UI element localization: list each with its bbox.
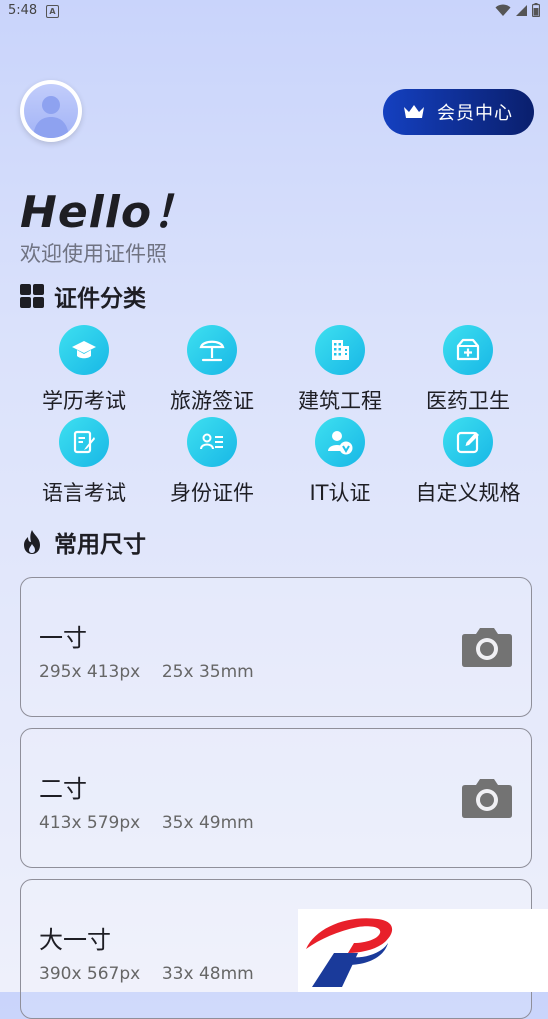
category-item-id-document[interactable]: 身份证件 [148,417,276,507]
wifi-icon [495,4,511,16]
size-pixels: 413x 579px [39,813,141,833]
size-pixels: 390x 567px [39,964,141,984]
status-icons [495,3,540,17]
vip-center-button[interactable]: 会员中心 [383,89,534,135]
category-label: 自定义规格 [415,481,521,505]
user-avatar-icon [24,84,78,138]
size-mm: 33x 48mm [161,964,254,984]
size-name: 一寸 [39,624,87,652]
category-label: IT认证 [309,481,371,505]
status-time: 5:48 [8,3,38,18]
fire-icon [24,530,40,554]
sizes-title: 常用尺寸 [54,532,146,558]
sizes-section-title: 常用尺寸 [20,525,146,559]
hello-heading: Hello！ [20,187,198,238]
category-item-education[interactable]: 学历考试 [20,325,148,415]
category-label: 旅游签证 [170,389,254,413]
edit-icon [443,417,493,467]
category-label: 语言考试 [42,481,126,505]
size-dimensions: 295x 413px 25x 35mm [39,662,254,682]
vip-center-label: 会员中心 [437,103,513,124]
welcome-text: 欢迎使用证件照 [20,242,167,266]
crown-icon [404,105,424,118]
graduation-cap-icon [59,325,109,375]
size-mm: 25x 35mm [161,662,254,682]
battery-icon [532,3,540,17]
size-mm: 35x 49mm [161,813,254,833]
category-item-it-certification[interactable]: IT认证 [276,417,404,507]
watermark-logo [298,909,548,992]
camera-icon[interactable] [461,626,513,668]
beach-umbrella-icon [187,325,237,375]
category-label: 学历考试 [42,389,126,413]
size-card-one-inch[interactable]: 一寸 295x 413px 25x 35mm [20,577,532,717]
category-label: 医药卫生 [426,389,510,413]
category-item-construction[interactable]: 建筑工程 [276,325,404,415]
camera-icon[interactable] [461,777,513,819]
category-item-travel-visa[interactable]: 旅游签证 [148,325,276,415]
size-name: 二寸 [39,775,87,803]
size-card-two-inch[interactable]: 二寸 413x 579px 35x 49mm [20,728,532,868]
notification-a-icon: A [46,5,59,18]
category-label: 身份证件 [170,481,254,505]
category-item-custom-spec[interactable]: 自定义规格 [404,417,532,507]
size-dimensions: 413x 579px 35x 49mm [39,813,254,833]
status-bar: 5:48 A [0,0,548,24]
category-label: 建筑工程 [298,389,382,413]
size-name: 大一寸 [39,926,111,954]
size-pixels: 295x 413px [39,662,141,682]
document-pen-icon [59,417,109,467]
size-dimensions: 390x 567px 33x 48mm [39,964,254,984]
logo-mark-icon [306,918,393,987]
medical-kit-icon [443,325,493,375]
category-item-language-exam[interactable]: 语言考试 [20,417,148,507]
user-verified-icon [315,417,365,467]
category-item-medical[interactable]: 医药卫生 [404,325,532,415]
id-card-icon [187,417,237,467]
signal-icon [516,4,527,16]
grid-icon [20,284,44,308]
avatar[interactable] [20,80,82,142]
categories-title: 证件分类 [54,286,146,312]
building-icon [315,325,365,375]
categories-section-title: 证件分类 [20,279,146,313]
